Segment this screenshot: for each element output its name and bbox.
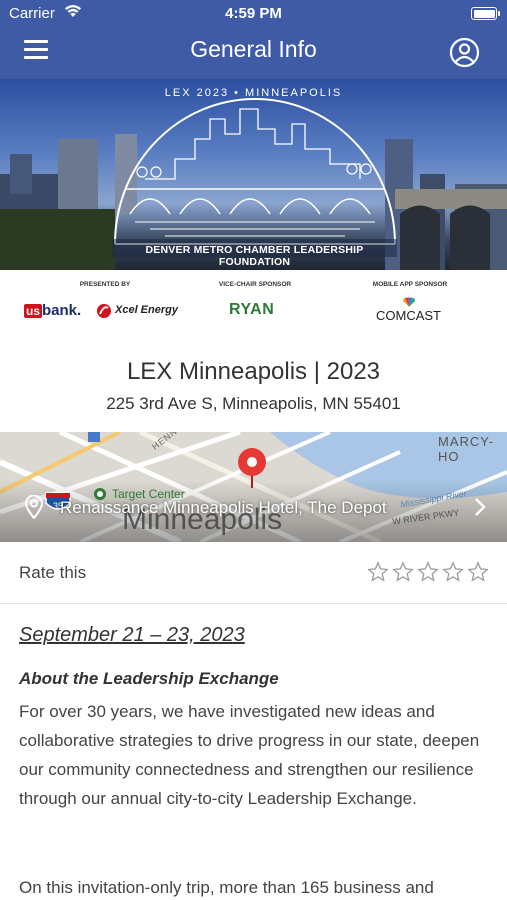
star-rating[interactable] bbox=[367, 561, 492, 585]
xcel-energy-logo: Xcel Energy bbox=[115, 304, 178, 316]
about-heading: About the Leadership Exchange bbox=[19, 669, 279, 688]
chevron-right-icon[interactable] bbox=[474, 497, 486, 517]
event-banner-image: LEX 2023 • MINNEAPOLIS DENVER METRO CHAM… bbox=[0, 79, 507, 270]
star-2-icon[interactable] bbox=[392, 561, 414, 583]
banner-caption: DENVER METRO CHAMBER LEADERSHIP FOUNDATI… bbox=[145, 244, 364, 268]
star-3-icon[interactable] bbox=[417, 561, 439, 583]
mobile-sponsor-label: MOBILE APP SPONSOR bbox=[372, 281, 448, 288]
event-dates: September 21 – 23, 2023 bbox=[19, 624, 245, 646]
presented-by-label: PRESENTED BY bbox=[79, 281, 131, 288]
map-label-marcy: MARCY-HO bbox=[438, 434, 495, 464]
event-title: LEX Minneapolis | 2023 bbox=[126, 358, 381, 385]
location-pin-icon bbox=[25, 495, 43, 519]
clock: 4:59 PM bbox=[225, 5, 282, 22]
star-5-icon[interactable] bbox=[467, 561, 489, 583]
skyline-illustration bbox=[0, 98, 507, 270]
profile-icon[interactable] bbox=[449, 37, 480, 68]
xcel-swirl-icon bbox=[97, 304, 111, 318]
star-1-icon[interactable] bbox=[367, 561, 389, 583]
star-4-icon[interactable] bbox=[442, 561, 464, 583]
second-paragraph: On this invitation-only trip, more than … bbox=[19, 878, 434, 897]
venue-name-link[interactable]: Renaissance Minneapolis Hotel, The Depot bbox=[60, 498, 387, 518]
ryan-logo: RYAN bbox=[229, 301, 275, 318]
banner-arc-text: LEX 2023 • MINNEAPOLIS bbox=[164, 87, 343, 99]
rating-row: Rate this bbox=[0, 542, 507, 604]
usbank-logo: us bank. bbox=[24, 302, 82, 319]
event-address: 225 3rd Ave S, Minneapolis, MN 55401 bbox=[106, 394, 401, 413]
vice-chair-label: VICE-CHAIR SPONSOR bbox=[218, 281, 292, 288]
page-title: General Info bbox=[190, 36, 317, 62]
about-body: For over 30 years, we have investigated … bbox=[19, 702, 480, 808]
status-bar: Carrier 4:59 PM bbox=[0, 0, 507, 28]
nbc-peacock-icon bbox=[403, 297, 415, 307]
comcast-logo: COMCAST bbox=[376, 308, 441, 323]
sponsor-strip: PRESENTED BY VICE-CHAIR SPONSOR MOBILE A… bbox=[0, 270, 507, 335]
battery-icon bbox=[471, 7, 500, 20]
top-bar: Carrier 4:59 PM General Info bbox=[0, 0, 507, 79]
rate-this-label: Rate this bbox=[19, 563, 87, 582]
